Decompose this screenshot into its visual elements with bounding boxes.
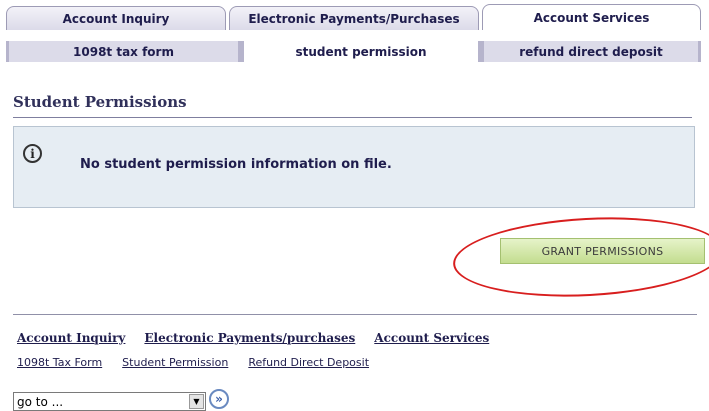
subtab-refund-direct-deposit[interactable]: refund direct deposit (481, 41, 701, 62)
footer-nav: Account Inquiry Electronic Payments/purc… (17, 331, 489, 345)
chevron-down-icon[interactable]: ▼ (189, 394, 204, 409)
footer-link-account-inquiry[interactable]: Account Inquiry (17, 331, 125, 345)
main-tabs: Account Inquiry Electronic Payments/Purc… (6, 4, 701, 30)
goto-select[interactable]: go to ... ▼ (13, 392, 206, 411)
tab-electronic-payments[interactable]: Electronic Payments/Purchases (229, 6, 479, 30)
footer-link-account-services[interactable]: Account Services (374, 331, 489, 345)
info-message-box: i No student permission information on f… (13, 126, 695, 208)
footer-link-refund-direct-deposit[interactable]: Refund Direct Deposit (248, 356, 369, 369)
page-title: Student Permissions (13, 93, 187, 111)
footer-subnav: 1098t Tax Form Student Permission Refund… (17, 356, 369, 369)
info-icon: i (23, 144, 42, 163)
tab-account-services[interactable]: Account Services (482, 4, 701, 30)
sub-tabs: 1098t tax form student permission refund… (6, 41, 701, 62)
goto-select-value: go to ... (17, 394, 64, 409)
footer-link-student-permission[interactable]: Student Permission (122, 356, 228, 369)
footer-link-electronic-payments[interactable]: Electronic Payments/purchases (144, 331, 355, 345)
subtab-1098t-tax-form[interactable]: 1098t tax form (6, 41, 241, 62)
grant-permissions-button[interactable]: Grant Permissions (500, 238, 705, 264)
footer-divider (13, 314, 697, 315)
footer-link-1098t-tax-form[interactable]: 1098t Tax Form (17, 356, 102, 369)
tab-account-inquiry[interactable]: Account Inquiry (6, 6, 226, 30)
title-divider (13, 117, 692, 118)
go-arrow-icon[interactable]: » (209, 389, 229, 409)
subtab-student-permission[interactable]: student permission (241, 41, 481, 62)
info-message: No student permission information on fil… (80, 157, 392, 172)
